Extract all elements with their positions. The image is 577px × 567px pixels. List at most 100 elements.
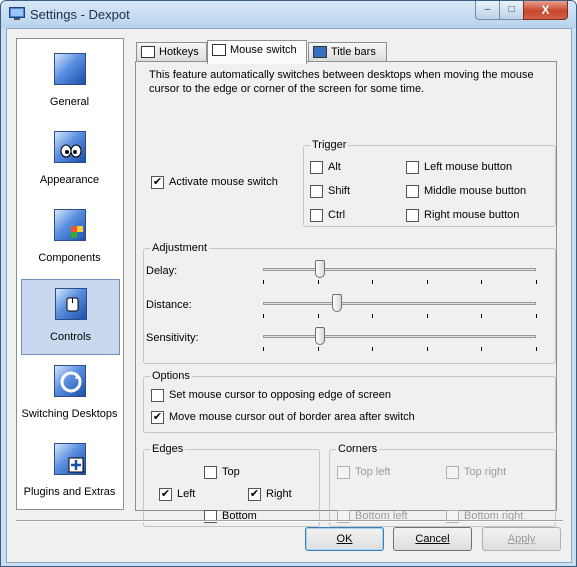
tab-label: Mouse switch [230,44,297,56]
keyboard-icon [141,46,155,58]
right-mouse-button-checkbox[interactable]: Right mouse button [406,209,519,223]
window-title: Settings - Dexpot [30,7,130,22]
sidebar-item-components[interactable]: Components [21,201,120,277]
mouse-switch-panel: This feature automatically switches betw… [135,61,557,527]
tab-label: Hotkeys [159,46,199,58]
tab-hotkeys[interactable]: Hotkeys [136,42,207,62]
components-icon [54,209,86,241]
slider-tick [536,347,537,351]
edge-top-checkbox[interactable]: Top [204,466,240,480]
button-label: Cancel [415,533,450,545]
checkbox-box [337,466,350,479]
ctrl-checkbox[interactable]: Ctrl [310,209,345,223]
edges-group: Edges Top ✔ Left ✔ Right Bottom [143,443,320,527]
sidebar-item-label: Switching Desktops [21,408,118,420]
slider-tick [481,347,482,351]
plugins-icon [54,443,86,475]
checkbox-box: ✔ [151,176,164,189]
delay-label: Delay: [146,265,178,277]
checkbox-box [151,389,164,402]
slider-track[interactable] [263,302,536,305]
left-mouse-button-checkbox[interactable]: Left mouse button [406,161,512,175]
tab-mouse-switch[interactable]: Mouse switch [207,40,307,64]
checkbox-box [406,161,419,174]
checkbox-box [204,466,217,479]
slider-tick [263,280,264,284]
minimize-icon: – [484,4,491,15]
slider-tick [318,347,319,351]
switching-desktops-icon [54,365,86,397]
apply-button[interactable]: Apply [482,527,561,551]
settings-window: Settings - Dexpot – □ X General Appearan… [0,0,577,567]
cancel-button[interactable]: Cancel [393,527,472,551]
checkbox-label: Left mouse button [424,161,513,173]
general-icon [54,53,86,85]
maximize-icon: □ [508,4,515,15]
sidebar-item-general[interactable]: General [21,45,120,121]
controls-icon [55,288,87,320]
close-button[interactable]: X [523,1,568,20]
sidebar-item-switching-desktops[interactable]: Switching Desktops [21,357,120,433]
maximize-button[interactable]: □ [499,1,524,20]
slider-track[interactable] [263,335,536,338]
slider-thumb[interactable] [315,327,326,345]
slider-track[interactable] [263,268,536,271]
group-legend: Edges [152,443,184,455]
opposing-edge-checkbox[interactable]: Set mouse cursor to opposing edge of scr… [151,389,391,403]
slider-tick [481,314,482,318]
category-sidebar: General Appearance Components Controls S… [16,38,124,510]
checkbox-label: Top left [355,466,391,478]
slider-tick [318,314,319,318]
sidebar-item-plugins-and-extras[interactable]: Plugins and Extras [21,435,120,511]
sidebar-item-appearance[interactable]: Appearance [21,123,120,199]
slider-tick [372,280,373,284]
minimize-button[interactable]: – [475,1,500,20]
checkbox-box [310,209,323,222]
slider-tick [536,280,537,284]
slider-tick [318,280,319,284]
checkbox-label: Ctrl [328,209,346,221]
tab-label: Title bars [331,46,376,58]
group-legend: Trigger [312,139,347,151]
corners-group: Corners Top left Top right Bottom left B… [329,443,556,527]
checkbox-box: ✔ [151,411,164,424]
slider-tick [372,314,373,318]
slider-tick [427,314,428,318]
sidebar-item-controls[interactable]: Controls [21,279,120,355]
checkbox-label: Top [222,466,240,478]
intro-text: This feature automatically switches betw… [149,69,534,95]
shift-checkbox[interactable]: Shift [310,185,350,199]
checkbox-box [406,185,419,198]
slider-tick [427,280,428,284]
sidebar-item-label: Appearance [39,174,100,186]
dexpot-app-icon [9,7,25,20]
ok-button[interactable]: OK [305,527,384,551]
middle-mouse-button-checkbox[interactable]: Middle mouse button [406,185,526,199]
checkbox-label: Set mouse cursor to opposing edge of scr… [169,389,391,401]
button-label: OK [336,533,353,545]
button-row-separator [16,520,563,522]
options-group: Options Set mouse cursor to opposing edg… [143,370,556,433]
edge-right-checkbox[interactable]: ✔ Right [248,488,292,502]
corner-top-left-checkbox[interactable]: Top left [337,466,390,480]
corner-top-right-checkbox[interactable]: Top right [446,466,506,480]
slider-tick [372,347,373,351]
sidebar-item-label: Plugins and Extras [23,486,116,498]
checkbox-label: Move mouse cursor out of border area aft… [169,411,415,423]
slider-thumb[interactable] [315,260,326,278]
activate-mouse-switch-checkbox[interactable]: ✔ Activate mouse switch [151,176,278,190]
checkbox-box: ✔ [248,488,261,501]
sidebar-item-label: Controls [50,331,91,343]
tab-title-bars[interactable]: Title bars [308,42,387,62]
trigger-group: Trigger Alt Shift Ctrl Left mouse button… [303,139,556,227]
button-label: Apply [507,533,536,545]
checkbox-label: Top right [464,466,507,478]
slider-thumb[interactable] [331,294,342,312]
move-out-of-border-checkbox[interactable]: ✔ Move mouse cursor out of border area af… [151,411,415,425]
checkbox-label: Left [177,488,196,500]
checkbox-box [406,209,419,222]
edge-left-checkbox[interactable]: ✔ Left [159,488,195,502]
alt-checkbox[interactable]: Alt [310,161,341,175]
title-bar[interactable]: Settings - Dexpot – □ X [1,1,576,28]
distance-label: Distance: [146,299,192,311]
